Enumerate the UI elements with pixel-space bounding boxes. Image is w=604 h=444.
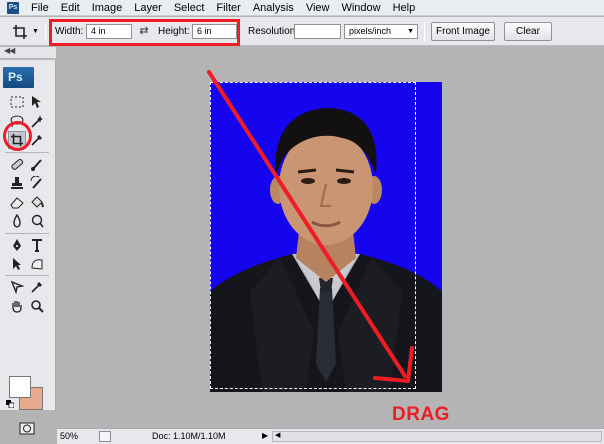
resolution-field[interactable] <box>294 24 341 39</box>
magic-wand-icon <box>31 115 43 128</box>
resolution-unit-select[interactable]: pixels/inch ▼ <box>344 24 418 39</box>
menu-select[interactable]: Select <box>168 0 211 16</box>
paint-bucket-icon <box>31 196 44 208</box>
options-bar: ▼ Width: 4 in ⇄ Height: 6 in Resolution:… <box>0 17 604 46</box>
portrait-image <box>210 82 442 392</box>
quick-mask-tool[interactable] <box>18 421 36 435</box>
pen-tool[interactable] <box>8 236 26 254</box>
move-tool[interactable] <box>28 93 46 111</box>
default-colors-glyph <box>6 400 14 408</box>
shape-icon <box>31 259 43 270</box>
collapse-toolbox-icon[interactable]: ◀◀ <box>4 46 15 55</box>
document-photo[interactable] <box>210 82 442 392</box>
photoshop-window: Ps File Edit Image Layer Select Filter A… <box>0 0 604 444</box>
chevron-down-icon: ▼ <box>407 28 414 35</box>
horizontal-scrollbar[interactable]: ◀ <box>272 431 602 442</box>
quick-mask-icon <box>19 422 35 434</box>
document-size-info: Doc: 1.10M/1.10M <box>152 431 226 441</box>
eyedropper-icon <box>31 135 42 146</box>
toolbox-separator <box>5 275 49 276</box>
move-icon <box>32 96 41 108</box>
menu-image[interactable]: Image <box>86 0 129 16</box>
menu-filter[interactable]: Filter <box>210 0 246 16</box>
blur-tool[interactable] <box>8 212 26 230</box>
dodge-tool[interactable] <box>28 212 46 230</box>
height-field[interactable]: 6 in <box>192 24 237 39</box>
3d-rotate-icon <box>10 280 24 294</box>
clone-stamp-tool[interactable] <box>8 174 26 192</box>
marquee-tool[interactable] <box>8 93 26 111</box>
paint-bucket-tool[interactable] <box>28 193 46 211</box>
type-icon <box>32 239 42 252</box>
drop-icon <box>13 214 21 228</box>
menu-bar: Ps File Edit Image Layer Select Filter A… <box>0 0 604 16</box>
eraser-icon <box>10 197 24 209</box>
path-selection-tool[interactable] <box>8 255 26 273</box>
brush-tool[interactable] <box>28 155 46 173</box>
app-icon[interactable]: Ps <box>7 1 19 14</box>
zoom-level[interactable]: 50% <box>60 431 78 441</box>
magnifier-icon <box>31 300 44 313</box>
drag-instruction-label: DRAG <box>392 404 450 425</box>
3d-rotate-tool[interactable] <box>8 278 26 296</box>
width-field[interactable]: 4 in <box>86 24 132 39</box>
options-separator <box>45 22 46 41</box>
pen-icon <box>13 239 21 251</box>
status-menu-arrow-icon[interactable]: ▶ <box>262 431 268 440</box>
toolbox-separator <box>5 152 49 153</box>
eyedropper-tool[interactable] <box>28 131 46 149</box>
zoom-tool[interactable] <box>28 297 46 315</box>
menu-view[interactable]: View <box>300 0 336 16</box>
marquee-icon <box>10 96 24 108</box>
history-brush-tool[interactable] <box>28 174 46 192</box>
options-separator <box>424 22 425 41</box>
type-tool[interactable] <box>28 236 46 254</box>
3d-camera-tool[interactable] <box>28 278 46 296</box>
healing-brush-tool[interactable] <box>8 155 26 173</box>
crop-icon <box>13 24 27 39</box>
brush-icon <box>31 159 42 171</box>
height-label: Height: <box>158 26 190 37</box>
menu-file[interactable]: File <box>25 0 55 16</box>
chevron-down-icon: ▼ <box>32 28 39 35</box>
document-status-icon[interactable] <box>99 431 111 442</box>
crop-icon <box>10 133 24 147</box>
toolbox-separator <box>5 233 49 234</box>
hand-icon <box>12 301 22 313</box>
resolution-unit-value: pixels/inch <box>349 26 392 36</box>
toolbox-header[interactable]: ◀◀ <box>0 46 56 59</box>
menu-help[interactable]: Help <box>387 0 422 16</box>
width-label: Width: <box>55 26 84 37</box>
front-image-button[interactable]: Front Image <box>431 22 495 41</box>
shape-tool[interactable] <box>28 255 46 273</box>
swap-dimensions-icon[interactable]: ⇄ <box>137 24 151 38</box>
eyedropper-icon <box>31 282 42 293</box>
clear-button[interactable]: Clear <box>504 22 552 41</box>
crop-tool[interactable] <box>8 131 26 149</box>
menu-layer[interactable]: Layer <box>128 0 168 16</box>
toolbox: Ps <box>0 60 56 410</box>
foreground-color-swatch[interactable] <box>9 376 31 398</box>
lasso-icon <box>10 115 24 128</box>
stamp-icon <box>11 177 23 189</box>
history-brush-icon <box>30 176 42 189</box>
hand-tool[interactable] <box>8 297 26 315</box>
menu-window[interactable]: Window <box>335 0 386 16</box>
magic-wand-tool[interactable] <box>28 112 46 130</box>
bandage-icon <box>11 158 24 170</box>
ps-logo[interactable]: Ps <box>3 67 34 88</box>
default-colors-icon[interactable] <box>6 400 14 408</box>
status-bar: 50% Doc: 1.10M/1.10M ▶ ◀ <box>57 428 604 444</box>
resolution-label: Resolution: <box>248 26 299 37</box>
eraser-tool[interactable] <box>8 193 26 211</box>
dodge-icon <box>31 214 44 228</box>
lasso-tool[interactable] <box>8 112 26 130</box>
path-selection-icon <box>13 258 21 270</box>
scroll-left-icon[interactable]: ◀ <box>273 431 280 439</box>
menu-analysis[interactable]: Analysis <box>247 0 300 16</box>
tool-preset-picker[interactable]: ▼ <box>12 22 42 41</box>
menu-edit[interactable]: Edit <box>55 0 86 16</box>
